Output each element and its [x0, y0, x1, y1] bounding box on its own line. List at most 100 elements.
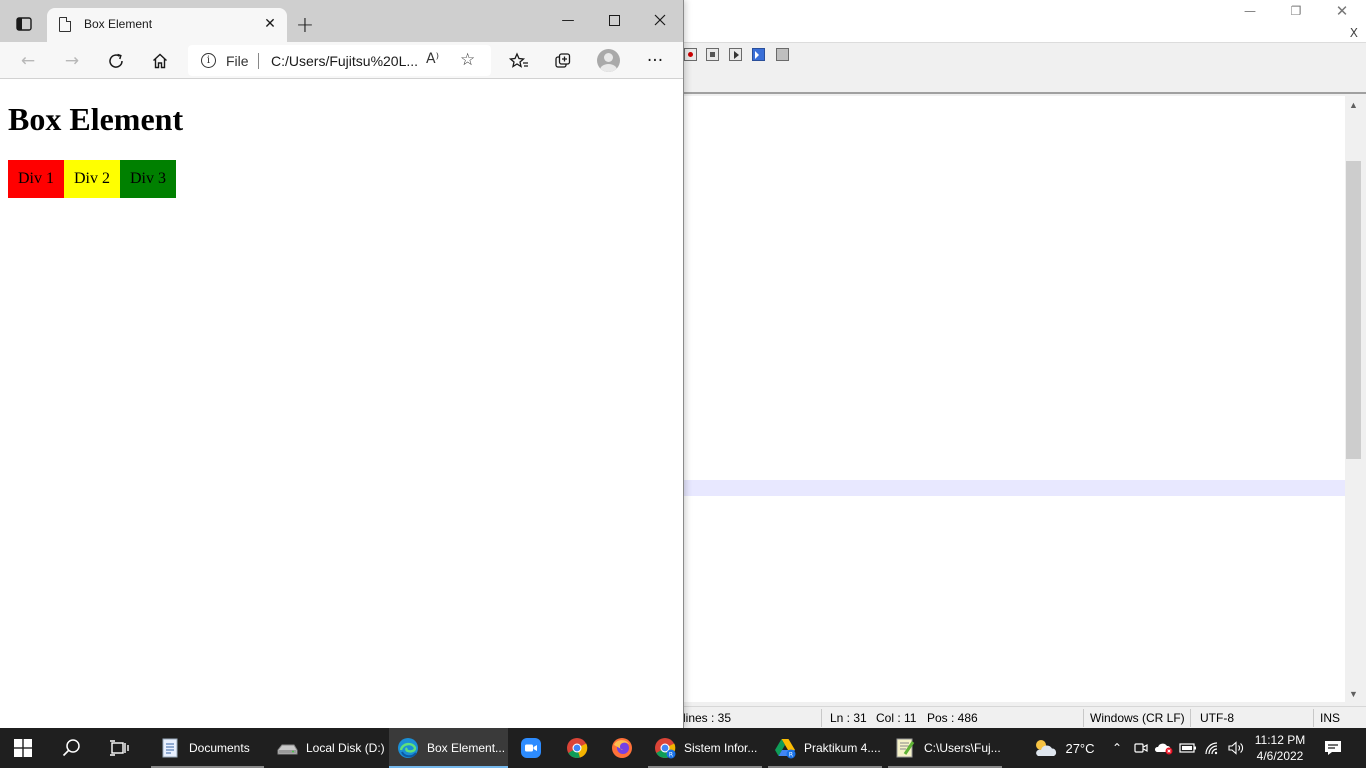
status-encoding: UTF-8: [1200, 711, 1234, 725]
taskbar-app-chrome-sistem[interactable]: R Sistem Infor...: [648, 728, 762, 768]
page-icon: [59, 17, 71, 32]
div-box-2: Div 2: [64, 160, 120, 198]
div-box-3: Div 3: [120, 160, 176, 198]
maximize-icon: [608, 14, 620, 26]
meet-now-icon[interactable]: [1130, 728, 1152, 768]
taskbar-app-label: Praktikum 4....: [804, 741, 881, 755]
wifi-icon[interactable]: [1202, 728, 1224, 768]
battery-icon[interactable]: [1177, 728, 1199, 768]
address-bar[interactable]: i File C:/Users/Fujitsu%20L... A⁾ ☆: [188, 45, 491, 76]
svg-text:R: R: [789, 752, 793, 759]
close-icon: [654, 14, 666, 26]
google-drive-icon: R: [775, 739, 796, 759]
page-heading: Box Element: [8, 101, 184, 137]
address-url[interactable]: C:/Users/Fujitsu%20L...: [271, 53, 418, 69]
svg-text:R: R: [669, 752, 673, 759]
editor-vertical-scrollbar[interactable]: ▲ ▼: [1345, 96, 1362, 702]
editor-close-document-button[interactable]: X: [1350, 26, 1358, 40]
status-lines: lines : 35: [683, 711, 732, 725]
search-button[interactable]: [62, 728, 82, 768]
favorites-icon[interactable]: [505, 47, 533, 75]
scroll-up-icon[interactable]: ▲: [1345, 96, 1362, 113]
maximize-button[interactable]: [591, 4, 637, 36]
browser-tab-strip: Box Element ✕ + —: [0, 0, 683, 42]
browser-toolbar: ← → i File C:/Users/Fujitsu%20L... A⁾ ☆ …: [0, 42, 683, 79]
editor-text-area[interactable]: [683, 96, 1345, 702]
browser-window: Box Element ✕ + — ← → i File C:/Users/Fu…: [0, 0, 684, 728]
read-aloud-icon[interactable]: A⁾: [426, 51, 439, 67]
clock-date: 4/6/2022: [1256, 749, 1304, 763]
show-hidden-icons-chevron-up-icon[interactable]: ⌃: [1106, 728, 1128, 768]
taskbar-app-label: Sistem Infor...: [684, 741, 758, 755]
macro-stop-icon[interactable]: [706, 48, 719, 61]
weather-temperature[interactable]: 27°C: [1060, 728, 1100, 768]
editor-restore-button[interactable]: ❐: [1273, 0, 1319, 22]
macro-save-icon[interactable]: [776, 48, 789, 61]
chrome-icon: [567, 738, 588, 758]
editor-status-bar: lines : 35 Ln : 31 Col : 11 Pos : 486 Wi…: [683, 706, 1366, 728]
tab-title: Box Element: [84, 17, 153, 31]
taskbar-app-notepad-plus-plus[interactable]: C:\Users\Fuj...: [888, 728, 1002, 768]
page-viewport: Box Element Div 1 Div 2 Div 3: [0, 80, 683, 728]
drive-icon: [277, 744, 298, 755]
taskbar-app-label: Box Element...: [427, 741, 506, 755]
weather-icon[interactable]: [1030, 728, 1060, 768]
windows-logo-icon: [14, 739, 32, 757]
clock[interactable]: 11:12 PM 4/6/2022: [1250, 728, 1310, 768]
notifications-icon[interactable]: [1320, 728, 1346, 768]
taskbar-app-firefox[interactable]: [611, 728, 633, 768]
scroll-down-icon[interactable]: ▼: [1345, 685, 1362, 702]
macro-play-icon[interactable]: [729, 48, 742, 61]
taskbar: Documents Local Disk (D:) Box Element...: [0, 728, 1366, 768]
start-button[interactable]: [14, 728, 32, 768]
profile-avatar[interactable]: [597, 49, 620, 72]
minimize-button[interactable]: —: [545, 4, 591, 36]
new-tab-button[interactable]: +: [292, 12, 318, 38]
home-icon[interactable]: [146, 47, 174, 75]
status-line-number: Ln : 31: [830, 711, 867, 725]
editor-title-bar: — ❐ ✕: [683, 0, 1366, 22]
taskbar-app-label: C:\Users\Fuj...: [924, 741, 1001, 755]
div-box-1: Div 1: [8, 160, 64, 198]
address-scheme-label: File: [226, 53, 249, 69]
scrollbar-thumb[interactable]: [1346, 161, 1361, 459]
current-line-highlight: [683, 480, 1345, 496]
collections-icon[interactable]: [549, 47, 577, 75]
forward-arrow-icon[interactable]: →: [58, 47, 86, 75]
taskbar-app-zoom[interactable]: [520, 728, 542, 768]
status-line-ending: Windows (CR LF): [1090, 711, 1185, 725]
task-view-icon: [110, 740, 129, 756]
taskbar-app-edge[interactable]: Box Element...: [389, 728, 508, 768]
editor-minimize-button[interactable]: —: [1227, 0, 1273, 22]
macro-run-multiple-icon[interactable]: [752, 48, 765, 61]
notepad-plus-plus-icon: [896, 738, 915, 758]
close-window-button[interactable]: [637, 4, 683, 36]
status-insert-mode: INS: [1320, 711, 1341, 725]
taskbar-app-local-disk[interactable]: Local Disk (D:): [270, 728, 385, 768]
status-column: Col : 11: [876, 711, 917, 725]
editor-menu-bar: [683, 22, 1366, 42]
volume-icon[interactable]: [1226, 728, 1248, 768]
site-info-icon[interactable]: i: [201, 53, 216, 68]
taskbar-app-chrome[interactable]: [566, 728, 588, 768]
tab-actions-button[interactable]: [9, 10, 39, 38]
browser-tab-active[interactable]: Box Element ✕: [47, 8, 287, 42]
box-row: Div 1 Div 2 Div 3: [8, 160, 176, 198]
add-favorite-icon[interactable]: ☆: [460, 50, 475, 70]
search-icon: [62, 739, 80, 757]
taskbar-app-documents[interactable]: Documents: [151, 728, 264, 768]
zoom-icon: [521, 738, 541, 758]
tab-close-icon[interactable]: ✕: [260, 14, 280, 34]
macro-record-icon[interactable]: [684, 48, 697, 61]
back-arrow-icon[interactable]: ←: [14, 47, 42, 75]
refresh-icon[interactable]: [102, 47, 130, 75]
editor-tab-bar: [683, 67, 1366, 94]
more-options-icon[interactable]: ···: [641, 47, 669, 75]
taskbar-app-drive-praktikum[interactable]: R Praktikum 4....: [768, 728, 882, 768]
task-view-button[interactable]: [109, 728, 129, 768]
status-position: Pos : 486: [927, 711, 978, 725]
onedrive-error-icon[interactable]: [1153, 728, 1175, 768]
editor-close-button[interactable]: ✕: [1319, 0, 1365, 22]
edge-browser-icon: [398, 738, 418, 758]
clock-time: 11:12 PM: [1254, 733, 1306, 747]
